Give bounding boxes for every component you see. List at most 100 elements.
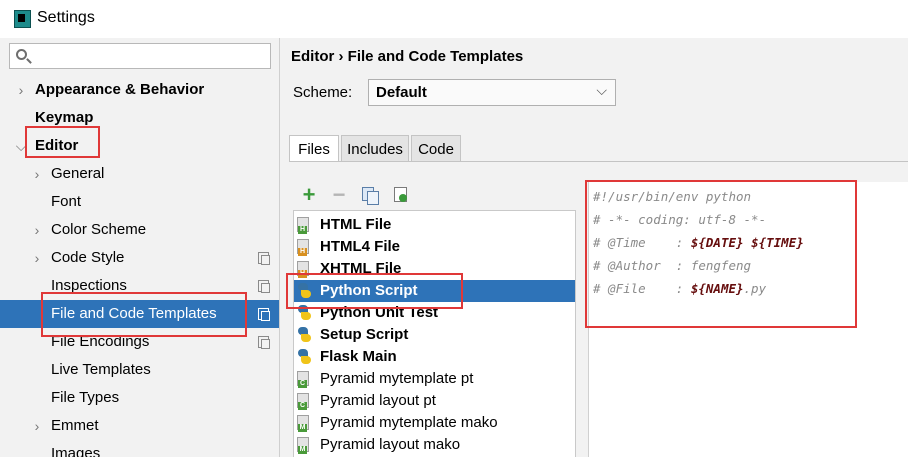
sidebar-item-inspections[interactable]: Inspections (0, 272, 279, 300)
sidebar-item-emmet[interactable]: › Emmet (0, 412, 279, 440)
sidebar-item-file-types[interactable]: File Types (0, 384, 279, 412)
settings-tree-pane: › Appearance & Behavior Keymap ⌵ Editor › Gene… (0, 38, 279, 457)
html-file-icon: H (297, 239, 309, 256)
code-text: # @Time : (593, 235, 691, 250)
sidebar-item-images[interactable]: Images (0, 440, 279, 457)
file-type-badge: C (298, 380, 307, 388)
code-text: # @File : (593, 281, 691, 296)
project-scope-icon (258, 280, 270, 293)
project-scope-icon (258, 308, 270, 321)
template-item-label: Python Script (320, 282, 418, 299)
sidebar-item-color-scheme[interactable]: › Color Scheme (0, 216, 279, 244)
template-item[interactable]: M Pyramid mytemplate mako (294, 412, 575, 434)
sidebar-item-label: Code Style (51, 249, 125, 266)
code-line: # @File : ${NAME}.py (593, 281, 766, 296)
chevron-right-icon[interactable]: › (30, 244, 44, 272)
html-file-icon: H (297, 217, 309, 234)
sidebar-item-editor[interactable]: ⌵ Editor (0, 132, 279, 160)
chameleon-file-icon: C (297, 393, 309, 410)
reset-icon (394, 187, 407, 202)
file-type-badge: H (298, 270, 307, 278)
template-item-label: Setup Script (320, 326, 409, 343)
template-item-label: Pyramid layout pt (320, 392, 436, 409)
sidebar-item-font[interactable]: Font (0, 188, 279, 216)
sidebar-item-file-encodings[interactable]: File Encodings (0, 328, 279, 356)
template-item[interactable]: Python Script (294, 280, 575, 302)
file-type-badge: C (298, 402, 307, 410)
tab-code-label: Code (418, 141, 454, 158)
template-item[interactable]: C Pyramid layout pt (294, 390, 575, 412)
template-item[interactable]: H HTML4 File (294, 236, 575, 258)
template-list[interactable]: H HTML File H HTML4 File H XHTML File Python S… (293, 210, 576, 457)
sidebar-item-label: File Types (51, 389, 120, 406)
template-item[interactable]: Setup Script (294, 324, 575, 346)
sidebar-item-appearance-behavior[interactable]: › Appearance & Behavior (0, 76, 279, 104)
copy-icon (362, 187, 379, 205)
breadcrumb: Editor › File and Code Templates (291, 48, 524, 65)
file-type-badge: M (298, 424, 307, 432)
sidebar-item-keymap[interactable]: Keymap (0, 104, 279, 132)
tab-includes[interactable]: Includes (341, 135, 409, 162)
add-template-button[interactable]: + (298, 183, 320, 207)
template-item-label: Pyramid mytemplate pt (320, 370, 474, 387)
template-item[interactable]: M Pyramid layout mako (294, 434, 575, 456)
tab-includes-label: Includes (347, 141, 403, 158)
sidebar-item-label: Live Templates (51, 361, 151, 378)
chevron-right-icon[interactable]: › (14, 76, 28, 104)
chevron-down-icon[interactable]: ⌵ (14, 132, 28, 160)
template-item-label: Pyramid mytemplate mako (320, 414, 498, 431)
template-item-label: Pyramid layout mako (320, 436, 461, 453)
template-item[interactable]: Flask Main (294, 346, 575, 368)
python-icon (297, 349, 311, 364)
chevron-right-icon[interactable]: › (30, 412, 44, 440)
sidebar-item-label: Color Scheme (51, 221, 147, 238)
template-item[interactable]: C Pyramid mytemplate pt (294, 368, 575, 390)
pycharm-app-icon (14, 10, 31, 28)
sidebar-item-label: File and Code Templates (51, 305, 217, 322)
reset-template-button[interactable] (390, 183, 412, 207)
mako-file-icon: M (297, 437, 309, 454)
project-scope-icon (258, 252, 270, 265)
mako-file-icon: M (297, 415, 309, 432)
tab-code[interactable]: Code (411, 135, 461, 162)
search-icon (16, 49, 27, 60)
python-icon (297, 305, 311, 320)
code-line: #!/usr/bin/env python (593, 189, 751, 204)
code-line: # -*- coding: utf-8 -*- (593, 212, 766, 227)
sidebar-item-file-and-code-templates[interactable]: File and Code Templates (0, 300, 279, 328)
code-text: # -*- coding: utf-8 -*- (593, 212, 767, 227)
tab-files[interactable]: Files (289, 135, 339, 162)
template-item[interactable]: H XHTML File (294, 258, 575, 280)
template-item[interactable]: H HTML File (294, 214, 575, 236)
chevron-right-icon[interactable]: › (30, 160, 44, 188)
chevron-right-icon[interactable]: › (30, 216, 44, 244)
sidebar-item-label: Appearance & Behavior (35, 81, 205, 98)
pane-divider[interactable] (279, 38, 280, 457)
window-title: Settings (37, 9, 95, 26)
sidebar-item-general[interactable]: › General (0, 160, 279, 188)
code-line: # @Author : fengfeng (593, 258, 751, 273)
sidebar-item-code-style[interactable]: › Code Style (0, 244, 279, 272)
settings-search-input[interactable] (9, 43, 271, 69)
scheme-dropdown[interactable]: Default ⌵ (368, 79, 616, 106)
sidebar-item-live-templates[interactable]: Live Templates (0, 356, 279, 384)
template-toolbar: + − (294, 183, 578, 207)
template-item[interactable]: Python Unit Test (294, 302, 575, 324)
code-line: # @Time : ${DATE} ${TIME} (593, 235, 804, 250)
sidebar-item-label: Keymap (35, 109, 94, 126)
file-type-badge: H (298, 226, 307, 234)
scheme-selected-value: Default (376, 84, 427, 101)
python-icon (297, 327, 311, 342)
template-editor[interactable]: #!/usr/bin/env python # -*- coding: utf-8… (588, 182, 908, 457)
sidebar-item-label: Editor (35, 137, 79, 154)
template-item-label: Flask Main (320, 348, 397, 365)
template-variable: ${DATE} (690, 235, 744, 250)
template-variable: ${NAME} (690, 281, 744, 296)
remove-template-button[interactable]: − (328, 183, 350, 207)
template-item-label: HTML4 File (320, 238, 401, 255)
sidebar-item-label: Font (51, 193, 82, 210)
copy-template-button[interactable] (358, 183, 380, 207)
sidebar-item-label: Inspections (51, 277, 127, 294)
html-file-icon: H (297, 261, 309, 278)
